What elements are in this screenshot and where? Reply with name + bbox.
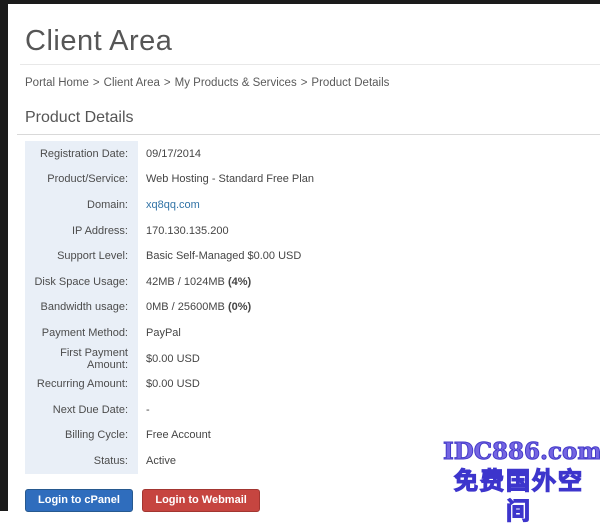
domain-link[interactable]: xq8qq.com <box>146 199 200 211</box>
row-value: Web Hosting - Standard Free Plan <box>138 173 314 185</box>
table-row: Product/Service:Web Hosting - Standard F… <box>25 167 585 193</box>
breadcrumb-item[interactable]: Portal Home <box>25 77 89 89</box>
row-label: Next Due Date: <box>25 397 138 423</box>
row-value: Free Account <box>138 429 211 441</box>
breadcrumb-item[interactable]: Client Area <box>104 77 160 89</box>
row-label: Billing Cycle: <box>25 423 138 449</box>
row-label: Recurring Amount: <box>25 371 138 397</box>
row-value: 09/17/2014 <box>138 148 201 160</box>
row-label: Support Level: <box>25 243 138 269</box>
row-value: PayPal <box>138 327 181 339</box>
page-title: Client Area <box>25 23 600 59</box>
section-title: Product Details <box>17 108 600 135</box>
row-label: Status: <box>25 448 138 474</box>
table-row: Status:Active <box>25 448 585 474</box>
row-label: Payment Method: <box>25 320 138 346</box>
row-value: 0MB / 25600MB (0%) <box>138 301 251 313</box>
row-value: - <box>138 404 150 416</box>
row-value: 42MB / 1024MB (4%) <box>138 276 251 288</box>
breadcrumb-separator: > <box>89 77 104 89</box>
row-value: Basic Self-Managed $0.00 USD <box>138 250 301 262</box>
table-row: Next Due Date:- <box>25 397 585 423</box>
table-row: First Payment Amount:$0.00 USD <box>25 346 585 372</box>
row-label: Disk Space Usage: <box>25 269 138 295</box>
left-border-bar <box>0 0 8 511</box>
row-value: $0.00 USD <box>138 353 200 365</box>
table-row: Registration Date:09/17/2014 <box>25 141 585 167</box>
breadcrumb-separator: > <box>297 77 312 89</box>
row-value: 170.130.135.200 <box>138 225 229 237</box>
row-label: Bandwidth usage: <box>25 295 138 321</box>
table-row: Support Level:Basic Self-Managed $0.00 U… <box>25 243 585 269</box>
row-label: Registration Date: <box>25 141 138 167</box>
table-row: Disk Space Usage:42MB / 1024MB (4%) <box>25 269 585 295</box>
login-webmail-button[interactable]: Login to Webmail <box>142 489 259 512</box>
breadcrumb: Portal Home>Client Area>My Products & Se… <box>25 76 600 91</box>
product-details-table: Registration Date:09/17/2014Product/Serv… <box>25 141 585 474</box>
action-buttons: Login to cPanel Login to Webmail <box>25 489 600 512</box>
breadcrumb-item: Product Details <box>311 77 389 89</box>
table-row: IP Address:170.130.135.200 <box>25 218 585 244</box>
table-row: Recurring Amount:$0.00 USD <box>25 371 585 397</box>
row-value: Active <box>138 455 176 467</box>
row-label: Product/Service: <box>25 167 138 193</box>
row-value: $0.00 USD <box>138 378 200 390</box>
table-row: Payment Method:PayPal <box>25 320 585 346</box>
row-value: xq8qq.com <box>138 199 200 211</box>
login-cpanel-button[interactable]: Login to cPanel <box>25 489 133 512</box>
row-label: IP Address: <box>25 218 138 244</box>
row-label: Domain: <box>25 192 138 218</box>
table-row: Billing Cycle:Free Account <box>25 423 585 449</box>
header-divider <box>20 64 600 65</box>
main-content: Client Area Portal Home>Client Area>My P… <box>8 4 600 511</box>
table-row: Domain: xq8qq.com <box>25 192 585 218</box>
breadcrumb-item[interactable]: My Products & Services <box>175 77 297 89</box>
table-row: Bandwidth usage:0MB / 25600MB (0%) <box>25 295 585 321</box>
breadcrumb-separator: > <box>160 77 175 89</box>
row-label: First Payment Amount: <box>25 346 138 372</box>
